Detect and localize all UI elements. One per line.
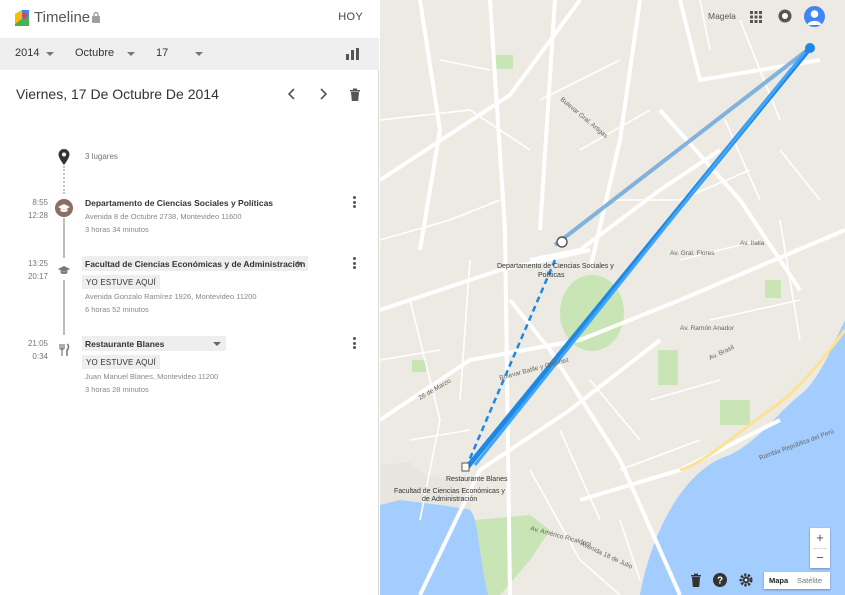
- place-select[interactable]: Restaurante Blanes: [82, 336, 226, 351]
- chevron-left-icon[interactable]: [284, 86, 300, 102]
- year-select[interactable]: 2014: [15, 47, 54, 59]
- park: [495, 55, 513, 69]
- map-label-restaurant: Restaurante Blanes: [446, 476, 508, 483]
- day-value: 17: [156, 47, 169, 59]
- stop-address: Juan Manuel Blanes, Montevideo 11200: [85, 372, 219, 381]
- street-label: Av. Gral. Flores: [670, 250, 715, 257]
- stop-address: Avenida Gonzalo Ramírez 1926, Montevideo…: [85, 292, 257, 301]
- time-start: 21:05: [27, 339, 48, 348]
- trash-icon[interactable]: [688, 572, 704, 588]
- fork-knife-icon: [59, 343, 70, 356]
- divider: [813, 548, 827, 549]
- timeline-rail: [63, 166, 65, 194]
- today-button[interactable]: HOY: [338, 11, 363, 23]
- places-count: 3 lugares: [85, 152, 118, 161]
- stop-duration: 3 horas 28 minutos: [85, 385, 149, 394]
- stop-name: Facultad de Ciencias Económicas y de Adm…: [85, 259, 306, 269]
- chevron-down-icon: [195, 52, 203, 56]
- park: [412, 360, 426, 372]
- graduation-cap-icon[interactable]: [556, 236, 568, 248]
- i-was-here-button[interactable]: YO ESTUVE AQUÍ: [82, 355, 160, 369]
- map-type-satellite[interactable]: Satélite: [797, 576, 822, 585]
- place-select[interactable]: Facultad de Ciencias Económicas y de Adm…: [82, 256, 308, 271]
- street-label: Av. Ramón Anador: [680, 325, 735, 332]
- apps-grid-icon[interactable]: [750, 11, 762, 23]
- zoom-out-button[interactable]: −: [810, 548, 830, 568]
- street-label: Bulevar Batlle y Ordóñez: [499, 357, 570, 382]
- timeline-rail: [63, 280, 65, 335]
- time-start: 8:55: [32, 198, 48, 207]
- stop-duration: 3 horas 34 minutos: [85, 225, 149, 234]
- map-type-map[interactable]: Mapa: [769, 576, 788, 585]
- map-view[interactable]: Av. Gral. Flores Av. Italia Av. Ramón An…: [380, 0, 845, 595]
- stop-name[interactable]: Departamento de Ciencias Sociales y Polí…: [85, 198, 273, 208]
- time-end: 0:34: [32, 352, 48, 361]
- lock-icon: [92, 11, 100, 23]
- map-canvas[interactable]: Av. Gral. Flores Av. Italia Av. Ramón An…: [380, 0, 845, 595]
- chevron-right-icon[interactable]: [315, 86, 331, 102]
- water-bay: [380, 497, 490, 595]
- park: [720, 400, 750, 425]
- zoom-control: + −: [810, 528, 830, 568]
- route-segment[interactable]: [553, 46, 812, 247]
- graduation-cap-icon: [55, 199, 73, 217]
- park: [765, 280, 781, 298]
- day-title: Viernes, 17 De Octubre De 2014: [16, 86, 219, 102]
- time-end: 20:17: [27, 272, 48, 281]
- street-label: Bulevar Gral. Artigas: [559, 96, 610, 140]
- month-select[interactable]: Octubre: [75, 47, 135, 59]
- time-end: 12:28: [27, 211, 48, 220]
- fork-knife-icon[interactable]: [461, 462, 470, 472]
- map-label-facultad-1: Facultad de Ciencias Económicas y: [394, 488, 505, 495]
- chevron-down-icon: [213, 342, 221, 346]
- maps-logo-icon: [15, 10, 29, 26]
- settings-gear-icon[interactable]: [738, 572, 754, 588]
- more-options-icon[interactable]: [353, 257, 357, 269]
- stop-duration: 6 horas 52 minutos: [85, 305, 149, 314]
- timeline-panel: Timeline HOY 2014 Octubre 17 Viernes, 17…: [0, 0, 379, 595]
- app-title: Timeline: [34, 9, 91, 26]
- i-was-here-button[interactable]: YO ESTUVE AQUÍ: [82, 275, 160, 289]
- stop-address: Avenida 8 de Octubre 2738, Montevideo 11…: [85, 212, 242, 221]
- month-value: Octubre: [75, 47, 115, 59]
- bar-chart-icon[interactable]: [346, 48, 360, 60]
- date-selector-bar: 2014 Octubre 17: [0, 38, 379, 70]
- street-label: Av. Italia: [740, 240, 765, 247]
- account-name[interactable]: Magela: [708, 11, 736, 21]
- map-label-dept-line1: Departamento de Ciencias Sociales y: [497, 263, 614, 270]
- timeline-rail: [63, 218, 65, 258]
- route-end-marker: [805, 43, 815, 53]
- zoom-in-button[interactable]: +: [810, 528, 830, 548]
- map-label-dept-line2: Políticas: [538, 272, 565, 279]
- map-type-toggle: Mapa Satélite: [764, 572, 830, 589]
- time-start: 13:25: [27, 259, 48, 268]
- avatar[interactable]: [804, 6, 825, 27]
- notifications-icon[interactable]: [778, 9, 792, 23]
- route-segment[interactable]: [473, 51, 807, 466]
- year-value: 2014: [15, 47, 40, 59]
- more-options-icon[interactable]: [353, 337, 357, 349]
- chevron-down-icon: [295, 262, 303, 266]
- delete-day-icon[interactable]: [347, 86, 363, 102]
- day-select[interactable]: 17: [156, 47, 203, 59]
- help-icon[interactable]: ?: [712, 572, 728, 588]
- app-header: Timeline HOY: [0, 0, 379, 38]
- location-pin-icon: [58, 149, 70, 165]
- street-label: Av. Brasil: [708, 344, 736, 362]
- stop-name: Restaurante Blanes: [85, 339, 165, 349]
- graduation-cap-icon: [58, 266, 70, 274]
- chevron-down-icon: [46, 52, 54, 56]
- more-options-icon[interactable]: [353, 196, 357, 208]
- park: [658, 350, 678, 385]
- chevron-down-icon: [127, 52, 135, 56]
- svg-text:?: ?: [717, 576, 723, 587]
- map-label-facultad-2: de Administración: [422, 496, 477, 503]
